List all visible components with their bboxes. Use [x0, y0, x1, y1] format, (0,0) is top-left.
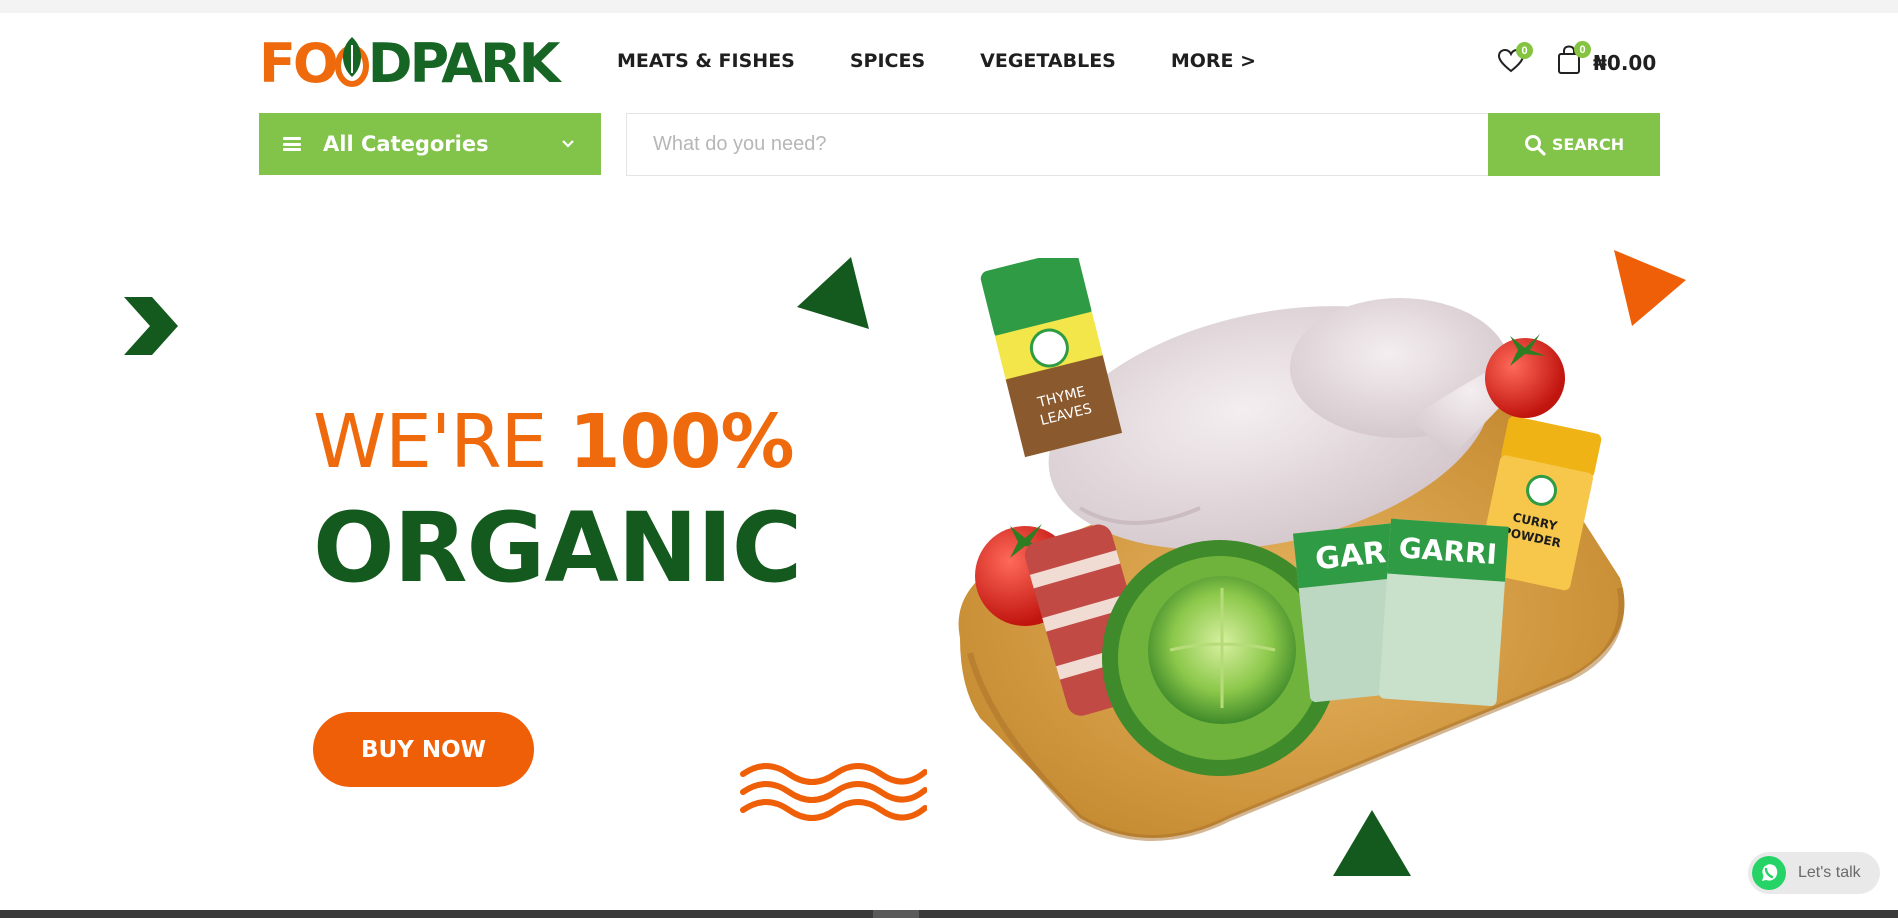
cart-count-badge: 0 [1574, 41, 1591, 58]
search-box [626, 113, 1489, 176]
leaf-icon [334, 37, 369, 87]
hero-headline-line1: WE'RE 100% [313, 405, 795, 479]
all-categories-dropdown[interactable]: All Categories [259, 113, 601, 175]
decorative-waves [740, 763, 927, 821]
logo-text-fo: FO [259, 32, 339, 95]
nav-item-meats-fishes[interactable]: MEATS & FISHES [617, 50, 795, 72]
buy-now-button[interactable]: BUY NOW [313, 712, 534, 787]
hero-headline-bold: 100% [568, 399, 795, 485]
search-input[interactable] [627, 114, 1489, 175]
cart-total[interactable]: ₦0.00 [1593, 51, 1656, 75]
wishlist-count-badge: 0 [1516, 42, 1533, 59]
scrollbar-thumb[interactable] [873, 910, 919, 918]
all-categories-label: All Categories [323, 132, 489, 156]
search-button-label: SEARCH [1551, 135, 1625, 154]
decorative-triangle-green [797, 257, 869, 329]
logo-text-park: DPARK [367, 32, 561, 95]
foodpark-logo[interactable]: FO DPARK [259, 32, 561, 96]
slider-next-arrow-icon[interactable] [122, 295, 180, 357]
whatsapp-icon [1752, 856, 1786, 890]
nav-item-spices[interactable]: SPICES [850, 50, 925, 72]
hero-product-image: THYME LEAVES CURRY POWDER GAR GARRI [958, 258, 1625, 841]
svg-text:GAR: GAR [1314, 535, 1388, 577]
nav-item-vegetables[interactable]: VEGETABLES [980, 50, 1116, 72]
chevron-down-icon [562, 140, 574, 148]
chat-label: Let's talk [1798, 864, 1861, 881]
hamburger-menu-icon [283, 137, 301, 151]
hero-headline-light: WE'RE [313, 399, 569, 485]
whatsapp-chat-widget[interactable]: Let's talk [1748, 852, 1880, 894]
thyme-jar: THYME LEAVES [980, 258, 1123, 458]
svg-text:GARRI: GARRI [1398, 531, 1498, 571]
search-icon [1524, 134, 1546, 156]
garri-bag-2: GARRI [1378, 518, 1509, 707]
horizontal-scrollbar[interactable] [0, 910, 1898, 918]
hero-headline-line2: ORGANIC [313, 492, 802, 604]
nav-item-more[interactable]: MORE > [1171, 50, 1256, 72]
main-nav: MEATS & FISHES SPICES VEGETABLES MORE > [617, 50, 1256, 72]
search-button[interactable]: SEARCH [1488, 113, 1660, 176]
browser-top-strip [0, 0, 1898, 13]
